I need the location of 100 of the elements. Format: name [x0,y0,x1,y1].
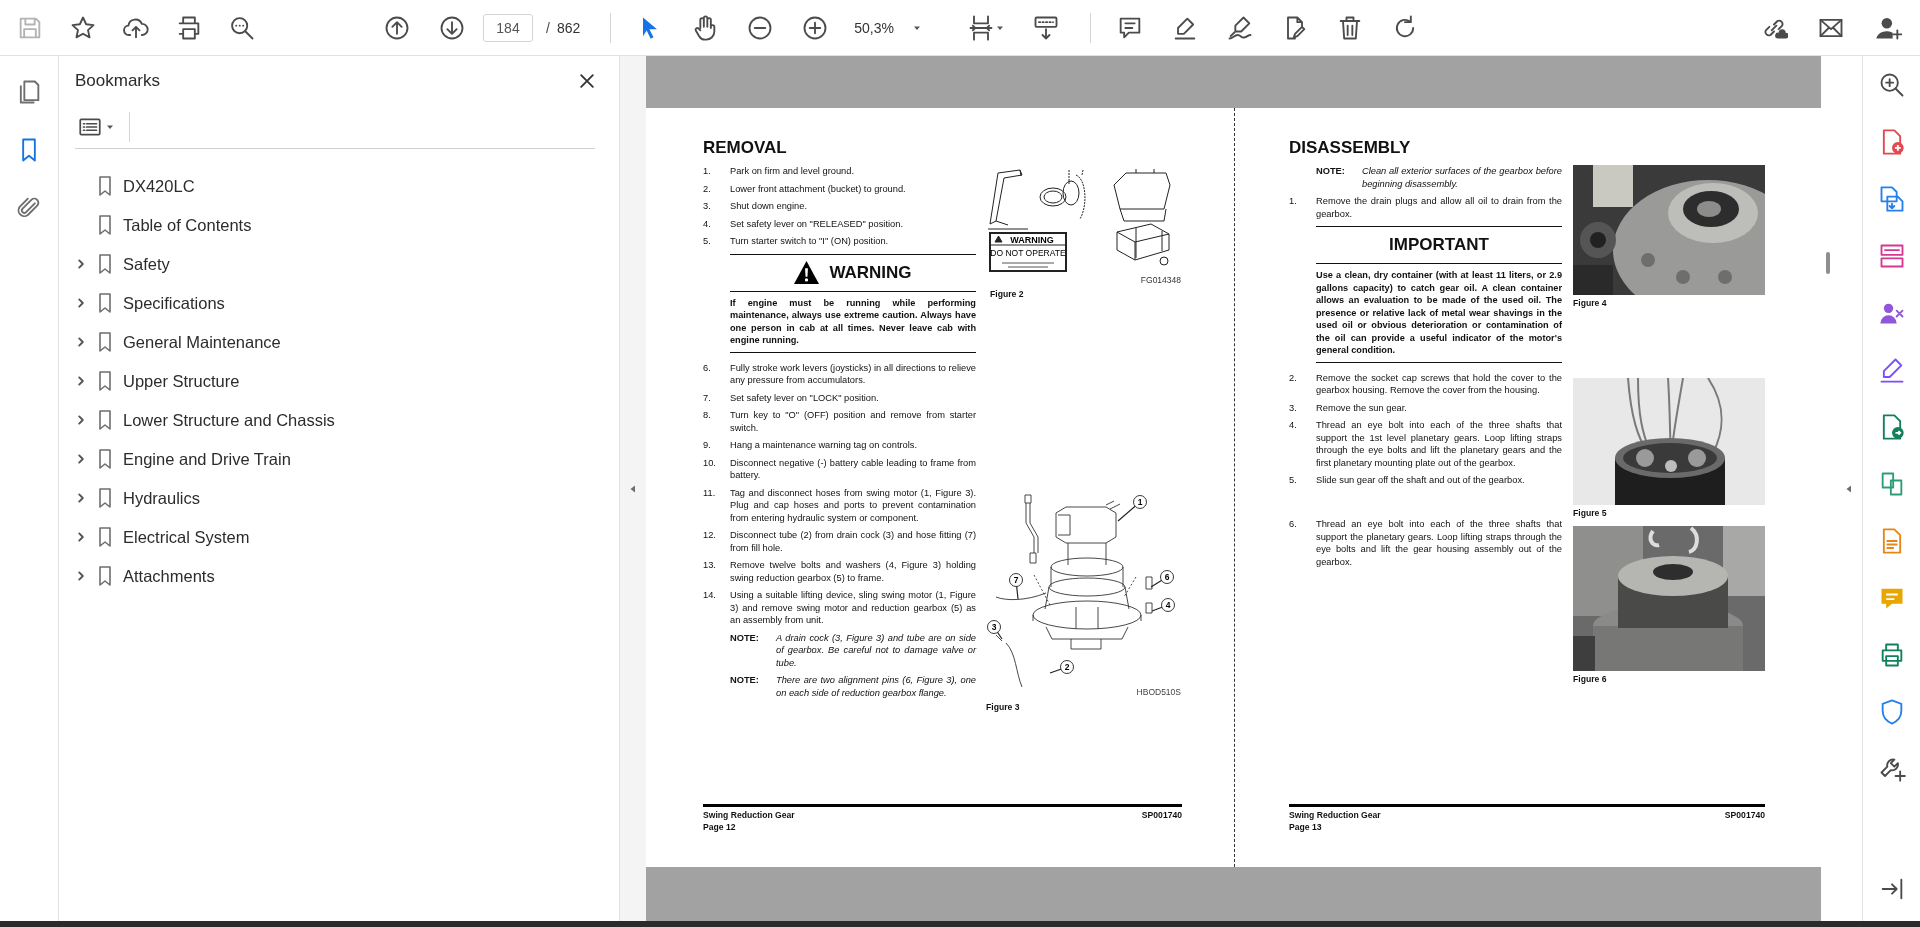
step-text: Turn starter switch to "I" (ON) position. [730,235,890,248]
step-text: Thread an eye bolt into each of the three shafts that support the 1st level planetary gears. Loop lifting straps through the eye bolts and lift the planetary gears and the first planetary mounting plate out of the gearbox. [1316,419,1562,469]
step-text: Shut down engine. [730,200,809,213]
callout-title: WARNING [829,262,912,283]
step-number: 8. [703,409,712,422]
chevron-icon[interactable] [75,570,87,582]
step-number: 3. [703,200,712,213]
bookmark-item[interactable]: Electrical System [75,521,605,553]
chevron-icon[interactable] [75,336,87,348]
footer-code: SP001740 [1141,809,1182,821]
page-label: Page 12 [703,821,737,833]
step-number: 5. [1289,474,1298,487]
step-number: 4. [703,217,712,230]
step-text: Lower front attachment (bucket) to ground. [730,182,907,195]
callout-title: IMPORTANT [1389,235,1489,255]
step-text: Tag and disconnect hoses from swing motor (1, Figure 3). Plug and cap hoses and ports to prevent contamination from entering hydraulic system or component. [730,486,976,524]
step-number: 5. [703,235,712,248]
step-number: 13. [703,559,717,572]
bookmark-item[interactable]: Lower Structure and Chassis [75,404,605,436]
step-number: 4. [1289,419,1298,432]
figure-code: FG014348 [1140,275,1181,285]
callout-number: 2 [1060,659,1074,674]
step-number: 9. [703,439,712,452]
step-number: 1. [1289,195,1298,208]
step-text: Thread an eye bolt into each of the three shafts that support the planetary gears. Loop lifting straps through the eye bolts and lift the gear housing assembly out of the gearbox. [1316,518,1562,568]
bookmark-item[interactable]: Table of Contents [75,209,605,241]
chevron-icon[interactable] [75,297,87,309]
step-text: Slide sun gear off the shaft and out of the gearbox. [1316,474,1526,487]
bookmark-item[interactable]: Specifications [75,287,605,319]
callout-text: Use a clean, dry container (with at least 11 liters, or 2.9 gallons capacity) to catch gear oil. A clean container allows an evaluation to be made of the used oil. The presence or relative lack of metal wear shavings in the used oil or obvious deterioration or contamination of the oil can provide a useful indicator of the motor's general condition. [1316,269,1562,357]
step-number: 12. [703,529,717,542]
figure-code: HBOD510S [1136,686,1181,697]
step-number: 1. [703,165,712,178]
bookmark-item[interactable]: General Maintenance [75,326,605,358]
figure-caption: Figure 5 [1573,508,1608,518]
sign-title: WARNING [1010,235,1054,245]
note-text: There are two alignment pins (6, Figure 3), one on each side of reduction gearbox flange. [776,674,976,699]
warning-icon [794,261,820,284]
callout-number: 6 [1160,569,1174,584]
bookmark-item[interactable]: Safety [75,248,605,280]
step-number: 3. [1289,401,1298,414]
bookmark-item[interactable]: Engine and Drive Train [75,443,605,475]
page-separator: / [546,19,550,36]
step-number: 11. [703,486,717,500]
step-text: Hang a maintenance warning tag on controls. [730,439,919,452]
chevron-icon[interactable] [75,492,87,504]
footer-title: Swing Reduction Gear [1289,809,1381,821]
callout-number: 4 [1161,597,1175,612]
chevron-icon[interactable] [75,531,87,543]
callout-number: 1 [1133,494,1147,509]
zoom-dropdown[interactable]: 50,3% [848,13,941,42]
page-total: 862 [556,19,581,36]
chevron-icon[interactable] [75,414,87,426]
callout-text: If engine must be running while performing maintenance, always use extreme caution. Always have one person in cab at all times. Never leave cab with engine running. [730,296,976,347]
footer-title: Swing Reduction Gear [703,809,795,821]
close-icon[interactable] [577,71,597,91]
step-text: Remove the drain plugs and allow all oil to drain from the gearbox. [1316,195,1562,220]
note-label: NOTE: [1316,165,1346,178]
step-text: Using a suitable lifting device, sling swing motor (1, Figure 3) and remove swing motor and reduction gearbox (5) as an assembly from unit. [730,589,976,627]
step-text: Turn key to "O" (OFF) position and remove from starter switch. [730,409,976,434]
step-number: 14. [703,589,717,602]
scrollbar-thumb[interactable] [1826,252,1830,274]
step-text: Fully stroke work levers (joysticks) in all directions to relieve any pressure from accumulators. [730,361,976,387]
step-text: Disconnect tube (2) from drain cock (3) and hose fitting (7) from fill hole. [730,529,976,554]
step-number: 7. [703,391,712,404]
figure-caption: Figure 4 [1573,298,1608,308]
step-number: 2. [703,182,712,195]
chevron-icon[interactable] [75,453,87,465]
note-text: Clean all exterior surfaces of the gearbox before beginning disassembly. [1362,165,1562,190]
chevron-icon[interactable] [75,375,87,387]
section-heading: DISASSEMBLY [1289,138,1412,158]
step-text: Set safety lever on "RELEASED" position. [730,217,904,230]
note-label: NOTE: [730,674,760,687]
collapse-left-icon[interactable] [628,483,638,494]
step-number: 6. [703,361,712,375]
bookmark-item[interactable]: DX420LC [75,170,605,202]
page-label: Page 13 [1289,821,1323,833]
footer-code: SP001740 [1724,809,1765,821]
figure-caption: Figure 3 [986,701,1021,712]
chevron-icon[interactable] [75,258,87,270]
step-text: Remove twelve bolts and washers (4, Figure 3) holding swing reduction gearbox (5) to frame. [730,559,976,584]
step-number: 6. [1289,518,1298,531]
figure-caption: Figure 2 [990,289,1025,299]
note-text: A drain cock (3, Figure 3) and tube are on side of gearbox. Be careful not to damage valve or tube. [776,631,976,669]
page-number-field[interactable]: 184 [483,13,533,42]
bookmark-item[interactable]: Hydraulics [75,482,605,514]
step-text: Park on firm and level ground. [730,165,856,178]
panel-title: Bookmarks [75,71,161,91]
step-number: 10. [703,456,717,470]
callout-number: 3 [987,619,1001,634]
callout-number: 7 [1009,572,1023,587]
note-label: NOTE: [730,631,760,645]
step-text: Set safety lever on "LOCK" position. [730,391,880,404]
step-text: Remove the sun gear. [1316,401,1408,414]
section-heading: REMOVAL [703,138,788,158]
bookmark-item[interactable]: Upper Structure [75,365,605,397]
step-text: Remove the socket cap screws that hold the cover to the gearbox housing. Remove the cover from the housing. [1316,371,1562,397]
step-number: 2. [1289,371,1298,385]
collapse-right-icon[interactable] [1844,483,1854,494]
bookmark-item[interactable]: Attachments [75,560,605,592]
